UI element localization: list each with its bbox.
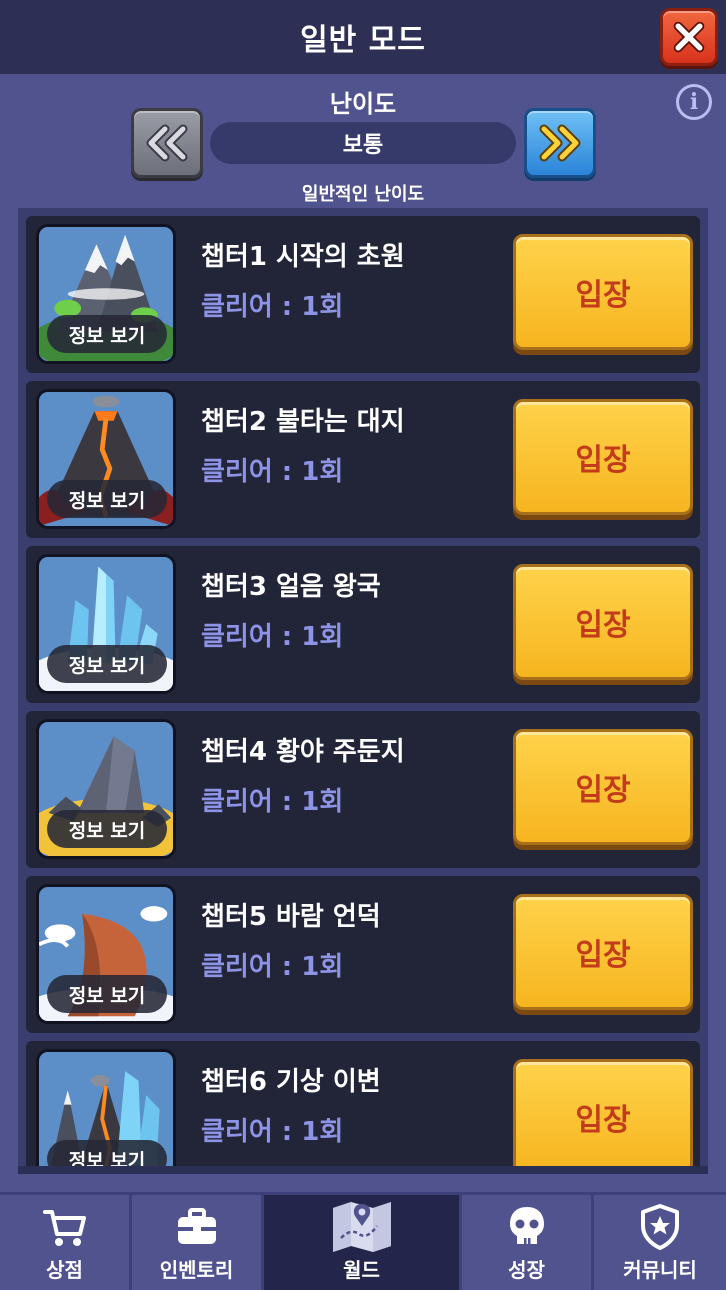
chapter-thumbnail[interactable]: 정보 보기 (36, 554, 176, 694)
nav-shop[interactable]: 상점 (0, 1195, 132, 1290)
map-icon (332, 1202, 391, 1252)
enter-button[interactable]: 입장 (513, 894, 693, 1010)
chapter-title: 챕터2 불타는 대지 (201, 407, 405, 437)
info-view-button[interactable]: 정보 보기 (47, 645, 167, 683)
chapter-clear-count: 클리어 : 1회 (201, 292, 344, 322)
enter-button[interactable]: 입장 (513, 234, 693, 350)
chapter-clear-count: 클리어 : 1회 (201, 1117, 344, 1147)
info-view-button[interactable]: 정보 보기 (47, 315, 167, 353)
enter-button[interactable]: 입장 (513, 1059, 693, 1166)
enter-button[interactable]: 입장 (513, 729, 693, 845)
close-icon (673, 21, 705, 53)
chapter-clear-count: 클리어 : 1회 (201, 457, 344, 487)
enter-button[interactable]: 입장 (513, 399, 693, 515)
nav-world[interactable]: 월드 (264, 1195, 462, 1290)
chapter-title: 챕터5 바람 언덕 (201, 902, 381, 932)
info-view-button[interactable]: 정보 보기 (47, 1140, 167, 1166)
chapter-thumbnail[interactable]: 정보 보기 (36, 884, 176, 1024)
chapter-thumbnail[interactable]: 정보 보기 (36, 719, 176, 859)
top-bar: 일반 모드 (0, 0, 726, 74)
chapter-list[interactable]: 정보 보기 챕터1 시작의 초원 클리어 : 1회 입장 정보 보기 챕터2 불… (18, 208, 708, 1174)
chapter-card: 정보 보기 챕터2 불타는 대지 클리어 : 1회 입장 (26, 381, 700, 538)
shield-star-icon (641, 1204, 679, 1250)
nav-label: 성장 (508, 1258, 545, 1282)
chapter-card: 정보 보기 챕터4 황야 주둔지 클리어 : 1회 입장 (26, 711, 700, 868)
difficulty-label: 난이도 (329, 90, 397, 118)
chapter-clear-count: 클리어 : 1회 (201, 787, 344, 817)
difficulty-next-button[interactable] (524, 108, 596, 178)
nav-label: 상점 (46, 1258, 83, 1282)
chapter-title: 챕터6 기상 이변 (201, 1067, 381, 1097)
chapter-title: 챕터1 시작의 초원 (201, 242, 405, 272)
info-view-button[interactable]: 정보 보기 (47, 975, 167, 1013)
bottom-nav: 상점 인벤토리 월드 성장 커뮤니티 (0, 1192, 726, 1290)
nav-label: 커뮤니티 (623, 1258, 697, 1282)
difficulty-prev-button[interactable] (131, 108, 203, 178)
difficulty-description: 일반적인 난이도 (301, 184, 425, 205)
nav-growth[interactable]: 성장 (462, 1195, 594, 1290)
cart-icon (42, 1210, 86, 1246)
info-view-button[interactable]: 정보 보기 (47, 810, 167, 848)
chapter-thumbnail[interactable]: 정보 보기 (36, 389, 176, 529)
chapter-card: 정보 보기 챕터6 기상 이변 클리어 : 1회 입장 (26, 1041, 700, 1166)
page-title: 일반 모드 (300, 23, 426, 58)
nav-inventory[interactable]: 인벤토리 (132, 1195, 264, 1290)
nav-label: 인벤토리 (159, 1258, 234, 1282)
close-button[interactable] (660, 8, 718, 66)
enter-button[interactable]: 입장 (513, 564, 693, 680)
chapter-card: 정보 보기 챕터3 얼음 왕국 클리어 : 1회 입장 (26, 546, 700, 703)
chapter-card: 정보 보기 챕터5 바람 언덕 클리어 : 1회 입장 (26, 876, 700, 1033)
nav-label: 월드 (343, 1258, 380, 1282)
info-icon[interactable]: i (676, 84, 712, 120)
chapter-clear-count: 클리어 : 1회 (201, 952, 344, 982)
chapter-title: 챕터4 황야 주둔지 (201, 737, 405, 767)
nav-community[interactable]: 커뮤니티 (594, 1195, 726, 1290)
double-chevron-left-icon (146, 124, 188, 162)
double-chevron-right-icon (539, 124, 581, 162)
briefcase-icon (177, 1208, 216, 1244)
difficulty-value: 보통 (210, 122, 516, 164)
chapter-card: 정보 보기 챕터1 시작의 초원 클리어 : 1회 입장 (26, 216, 700, 373)
info-view-button[interactable]: 정보 보기 (47, 480, 167, 518)
chapter-clear-count: 클리어 : 1회 (201, 622, 344, 652)
chapter-title: 챕터3 얼음 왕국 (201, 572, 381, 602)
chapter-thumbnail[interactable]: 정보 보기 (36, 224, 176, 364)
skull-icon (509, 1207, 544, 1244)
chapter-thumbnail[interactable]: 정보 보기 (36, 1049, 176, 1166)
